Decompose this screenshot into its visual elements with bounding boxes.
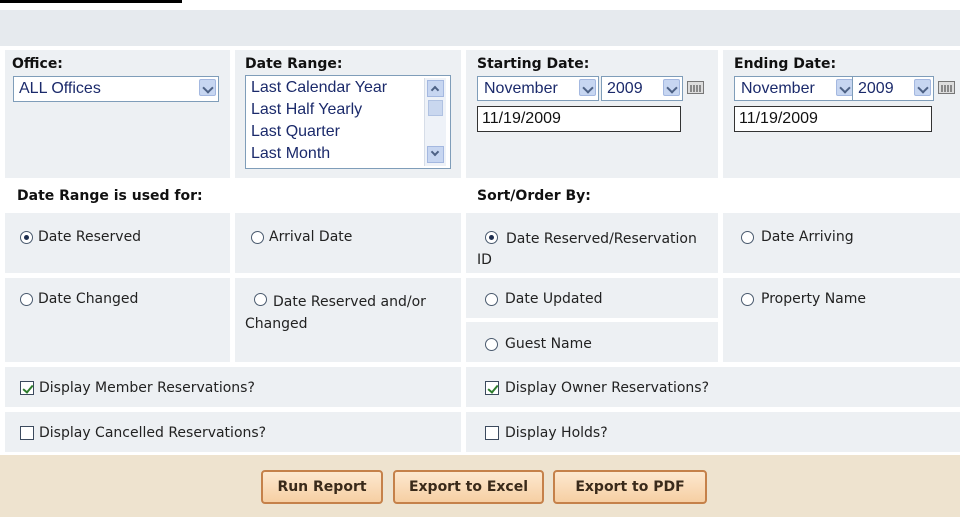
radio-label: Date Reserved and/or Changed — [245, 294, 426, 332]
ending-month-select[interactable]: November — [734, 76, 856, 101]
checkbox-label: Display Cancelled Reservations? — [39, 425, 267, 441]
arrow-down-icon[interactable] — [427, 146, 444, 163]
radio-date-reserved[interactable] — [20, 231, 33, 244]
starting-date-input[interactable]: 11/19/2009 — [477, 106, 681, 132]
date-range-option[interactable]: Last Month — [251, 145, 330, 163]
export-pdf-button[interactable]: Export to PDF — [553, 470, 707, 504]
member-reservations-checkbox[interactable] — [20, 381, 34, 395]
checkbox-label: Display Owner Reservations? — [505, 380, 709, 396]
radio-label: Date Reserved/Reservation ID — [477, 231, 697, 268]
chevron-down-icon[interactable] — [579, 79, 596, 96]
date-range-label: Date Range: — [245, 56, 343, 72]
holds-checkbox[interactable] — [485, 426, 499, 440]
chevron-down-icon[interactable] — [663, 79, 680, 96]
starting-date-label: Starting Date: — [477, 56, 590, 72]
calendar-icon[interactable] — [687, 81, 704, 94]
header-band — [0, 10, 960, 46]
radio-label: Guest Name — [505, 336, 592, 352]
chevron-down-icon[interactable] — [914, 79, 931, 96]
starting-month-select[interactable]: November — [477, 76, 599, 101]
date-range-option[interactable]: Last Half Yearly — [251, 101, 362, 119]
radio-label: Property Name — [761, 291, 866, 307]
top-rule — [0, 0, 182, 3]
radio-property-name[interactable] — [741, 293, 754, 306]
ending-date-value: 11/19/2009 — [739, 110, 818, 127]
radio-guest-name[interactable] — [485, 338, 498, 351]
checkbox-label: Display Member Reservations? — [39, 380, 255, 396]
calendar-icon[interactable] — [938, 81, 955, 94]
office-label: Office: — [12, 56, 63, 72]
cancelled-reservations-checkbox[interactable] — [20, 426, 34, 440]
starting-month-value: November — [484, 80, 558, 97]
ending-year-select[interactable]: 2009 — [852, 76, 934, 101]
radio-label: Arrival Date — [269, 229, 353, 245]
office-select-value: ALL Offices — [19, 80, 101, 97]
date-range-option[interactable]: Last Quarter — [251, 123, 340, 141]
chevron-down-icon[interactable] — [836, 79, 853, 96]
ending-month-value: November — [741, 80, 815, 97]
starting-year-value: 2009 — [607, 80, 643, 97]
checkbox-label: Display Holds? — [505, 425, 608, 441]
date-range-option[interactable]: Last Calendar Year — [251, 79, 387, 97]
date-range-used-for-header: Date Range is used for: — [17, 188, 203, 204]
sort-order-header: Sort/Order By: — [477, 188, 591, 204]
run-report-button[interactable]: Run Report — [261, 470, 383, 504]
radio-label: Date Changed — [38, 291, 139, 307]
scroll-thumb[interactable] — [428, 100, 443, 116]
radio-date-updated[interactable] — [485, 293, 498, 306]
owner-reservations-checkbox[interactable] — [485, 381, 499, 395]
radio-label: Date Reserved — [38, 229, 142, 245]
radio-date-changed[interactable] — [20, 293, 33, 306]
office-select[interactable]: ALL Offices — [13, 76, 219, 102]
radio-label: Date Updated — [505, 291, 603, 307]
date-range-listbox[interactable]: Last Calendar Year Last Half Yearly Last… — [245, 75, 451, 169]
starting-year-select[interactable]: 2009 — [601, 76, 683, 101]
ending-date-input[interactable]: 11/19/2009 — [734, 106, 932, 132]
radio-date-arriving[interactable] — [741, 231, 754, 244]
export-excel-button[interactable]: Export to Excel — [393, 470, 544, 504]
radio-arrival-date[interactable] — [251, 231, 264, 244]
ending-year-value: 2009 — [858, 80, 894, 97]
arrow-up-icon[interactable] — [427, 80, 444, 97]
ending-date-label: Ending Date: — [734, 56, 837, 72]
chevron-down-icon[interactable] — [199, 79, 216, 96]
radio-label: Date Arriving — [761, 229, 854, 245]
starting-date-value: 11/19/2009 — [482, 110, 561, 127]
listbox-scrollbar[interactable] — [424, 78, 446, 166]
radio-cell — [466, 322, 718, 362]
